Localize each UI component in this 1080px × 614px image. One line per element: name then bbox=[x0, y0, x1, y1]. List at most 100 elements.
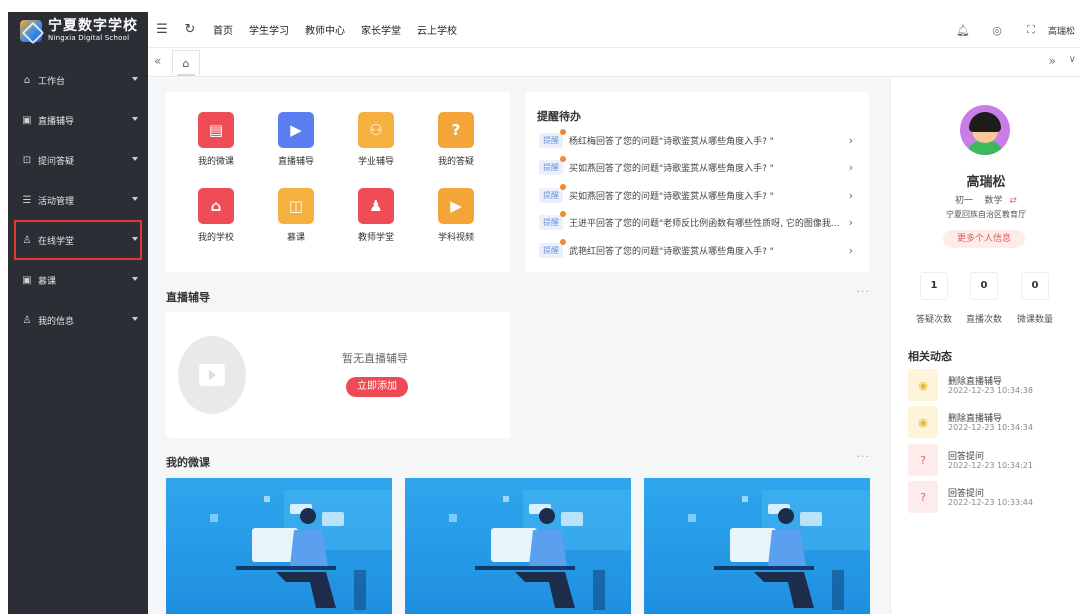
activity-item[interactable]: ◉ 删除直播辅导 2022-12-23 10:34:34 bbox=[908, 406, 1078, 438]
question-circle-icon: ? bbox=[438, 112, 474, 148]
nav-teacher-center[interactable]: 教师中心 bbox=[305, 22, 345, 37]
live-more-button[interactable]: ··· bbox=[857, 285, 871, 298]
sidebar-item-label: 我的信息 bbox=[38, 316, 75, 327]
empty-placeholder-icon bbox=[178, 336, 246, 414]
user-icon: ♙ bbox=[22, 234, 32, 246]
avatar[interactable] bbox=[960, 105, 1010, 155]
sidebar-item-label: 直播辅导 bbox=[38, 116, 75, 127]
stat-answers-label: 答疑次数 bbox=[916, 315, 953, 325]
sidebar-item-activity-management[interactable]: ☰ 活动管理 bbox=[8, 180, 148, 220]
person-icon: ♙ bbox=[22, 314, 32, 326]
sidebar-item-label: 慕课 bbox=[38, 276, 57, 287]
activity-item[interactable]: ◉ 删除直播辅导 2022-12-23 10:34:38 bbox=[908, 369, 1078, 401]
reminder-item[interactable]: 提醒 杨红梅回答了您的问题"诗歌鉴赏从哪些角度入手? " › bbox=[539, 128, 857, 149]
user-menu[interactable]: 高瑞松 bbox=[1048, 24, 1080, 37]
chevron-right-icon: › bbox=[848, 133, 853, 147]
reminder-tag: 提醒 bbox=[539, 238, 566, 258]
quick-link-live-tutoring[interactable]: ▶ 直播辅导 bbox=[264, 112, 328, 167]
reminder-tag: 提醒 bbox=[539, 128, 566, 148]
logo[interactable]: 宁夏数字学校 Ningxia Digital School bbox=[8, 12, 148, 50]
profile-subject: 数学 bbox=[984, 196, 1003, 206]
chevron-down-icon bbox=[132, 77, 138, 81]
eye-icon: ◉ bbox=[908, 369, 938, 401]
live-section-title: 直播辅导 bbox=[166, 291, 210, 304]
nav-student-learning[interactable]: 学生学习 bbox=[249, 22, 289, 37]
chevron-right-icon: › bbox=[848, 160, 853, 174]
profile-grade-subject: 初一 数学 ⇄ bbox=[891, 193, 1080, 206]
sidebar: 宁夏数字学校 Ningxia Digital School ⌂ 工作台 ▣ 直播… bbox=[8, 12, 148, 614]
reminder-item[interactable]: 提醒 买如燕回答了您的问题"诗歌鉴赏从哪些角度入手? " › bbox=[539, 155, 857, 176]
reminders-card: 提醒待办 提醒 杨红梅回答了您的问题"诗歌鉴赏从哪些角度入手? " › 提醒 买… bbox=[525, 92, 869, 272]
refresh-icon[interactable]: ↻ bbox=[176, 22, 204, 37]
fullscreen-icon[interactable]: ⛶ bbox=[1014, 23, 1048, 37]
reminder-item[interactable]: 提醒 王进平回答了您的问题"老师反比例函数有哪些性质呀, 它的图像我... › bbox=[539, 210, 857, 231]
quick-link-subject-video[interactable]: ▶ 学科视频 bbox=[424, 188, 488, 243]
sidebar-item-live-tutoring[interactable]: ▣ 直播辅导 bbox=[8, 100, 148, 140]
reminders-title: 提醒待办 bbox=[537, 110, 581, 123]
quick-link-mooc[interactable]: ◫ 慕课 bbox=[264, 188, 328, 243]
top-bar: ☰ ↻ 首页 学生学习 教师中心 家长学堂 云上学校 🔔︎ ◎ ⛶ 高瑞松 bbox=[148, 12, 1080, 48]
quick-link-my-microcourse[interactable]: ▤ 我的微课 bbox=[184, 112, 248, 167]
nav-cloud-school[interactable]: 云上学校 bbox=[417, 22, 457, 37]
tab-home[interactable]: ⌂ bbox=[172, 50, 200, 76]
nav-parent-school[interactable]: 家长学堂 bbox=[361, 22, 401, 37]
stat-answers-value: 1 bbox=[920, 272, 948, 300]
chevron-right-icon: › bbox=[848, 215, 853, 229]
sidebar-item-qa[interactable]: ⊡ 提问答疑 bbox=[8, 140, 148, 180]
tabs-scroll-left-icon[interactable]: « bbox=[154, 54, 161, 68]
activity-title: 相关动态 bbox=[908, 350, 952, 363]
chevron-down-icon bbox=[132, 117, 138, 121]
bell-icon[interactable]: 🔔︎ bbox=[946, 24, 980, 37]
home-icon: ⌂ bbox=[23, 74, 31, 86]
microcourse-card[interactable] bbox=[644, 478, 870, 614]
eye-icon: ◉ bbox=[908, 406, 938, 438]
quick-link-my-school[interactable]: ⌂ 我的学校 bbox=[184, 188, 248, 243]
menu-toggle-icon[interactable]: ☰ bbox=[148, 22, 176, 37]
people-icon: ⚇ bbox=[358, 112, 394, 148]
activity-item[interactable]: ? 回答提问 2022-12-23 10:33:44 bbox=[908, 481, 1078, 513]
microcourse-card[interactable] bbox=[166, 478, 392, 614]
profile-panel: 高瑞松 初一 数学 ⇄ 宁夏回族自治区教育厅 更多个人信息 1 0 0 答疑次数… bbox=[890, 78, 1080, 614]
grid-icon: ☰ bbox=[22, 194, 32, 206]
top-nav: 首页 学生学习 教师中心 家长学堂 云上学校 bbox=[210, 22, 470, 37]
open-book-icon: ◫ bbox=[278, 188, 314, 224]
reminder-tag: 提醒 bbox=[539, 155, 566, 175]
quick-link-academic-tutoring[interactable]: ⚇ 学业辅导 bbox=[344, 112, 408, 167]
logo-title: 宁夏数字学校 bbox=[48, 18, 138, 34]
tv-icon: ▶ bbox=[278, 112, 314, 148]
stat-microcourse-label: 微课数量 bbox=[1017, 315, 1054, 325]
microcourse-thumbnail bbox=[449, 490, 631, 610]
sidebar-item-workbench[interactable]: ⌂ 工作台 bbox=[8, 60, 148, 100]
stat-live-label: 直播次数 bbox=[966, 315, 1003, 325]
theme-icon[interactable]: ◎ bbox=[980, 24, 1014, 37]
logo-subtitle: Ningxia Digital School bbox=[48, 34, 130, 42]
sidebar-item-my-info[interactable]: ♙ 我的信息 bbox=[8, 300, 148, 340]
tabs-menu-icon[interactable]: ∨ bbox=[1069, 54, 1076, 65]
app-root: 宁夏数字学校 Ningxia Digital School ⌂ 工作台 ▣ 直播… bbox=[0, 0, 1080, 614]
chevron-down-icon bbox=[132, 317, 138, 321]
stat-live-value: 0 bbox=[970, 272, 998, 300]
microcourse-section-title: 我的微课 bbox=[166, 456, 210, 469]
microcourse-thumbnail bbox=[688, 490, 870, 610]
reminder-item[interactable]: 提醒 武艳红回答了您的问题"诗歌鉴赏从哪些角度入手? " › bbox=[539, 238, 857, 259]
reminder-item[interactable]: 提醒 买如燕回答了您的问题"诗歌鉴赏从哪些角度入手? " › bbox=[539, 183, 857, 204]
sidebar-item-online-school[interactable]: ♙ 在线学堂 bbox=[14, 220, 142, 260]
sidebar-item-mooc[interactable]: ▣ 慕课 bbox=[8, 260, 148, 300]
quick-link-my-answers[interactable]: ? 我的答疑 bbox=[424, 112, 488, 167]
add-live-button[interactable]: 立即添加 bbox=[346, 377, 408, 397]
chevron-down-icon bbox=[132, 197, 138, 201]
sidebar-item-label: 提问答疑 bbox=[38, 156, 75, 167]
microcourse-more-button[interactable]: ··· bbox=[857, 450, 871, 463]
tabs-scroll-right-icon[interactable]: » bbox=[1049, 54, 1056, 68]
activity-item[interactable]: ? 回答提问 2022-12-23 10:34:21 bbox=[908, 444, 1078, 476]
swap-icon[interactable]: ⇄ bbox=[1009, 196, 1017, 206]
school-icon: ⌂ bbox=[198, 188, 234, 224]
question-icon: ⊡ bbox=[22, 154, 32, 166]
question-circle-icon: ? bbox=[908, 481, 938, 513]
nav-home[interactable]: 首页 bbox=[213, 22, 233, 37]
microcourse-card[interactable] bbox=[405, 478, 631, 614]
quick-link-teacher-school[interactable]: ♟ 教师学堂 bbox=[344, 188, 408, 243]
more-profile-button[interactable]: 更多个人信息 bbox=[943, 230, 1025, 248]
chevron-down-icon bbox=[132, 237, 138, 241]
chevron-down-icon bbox=[132, 277, 138, 281]
